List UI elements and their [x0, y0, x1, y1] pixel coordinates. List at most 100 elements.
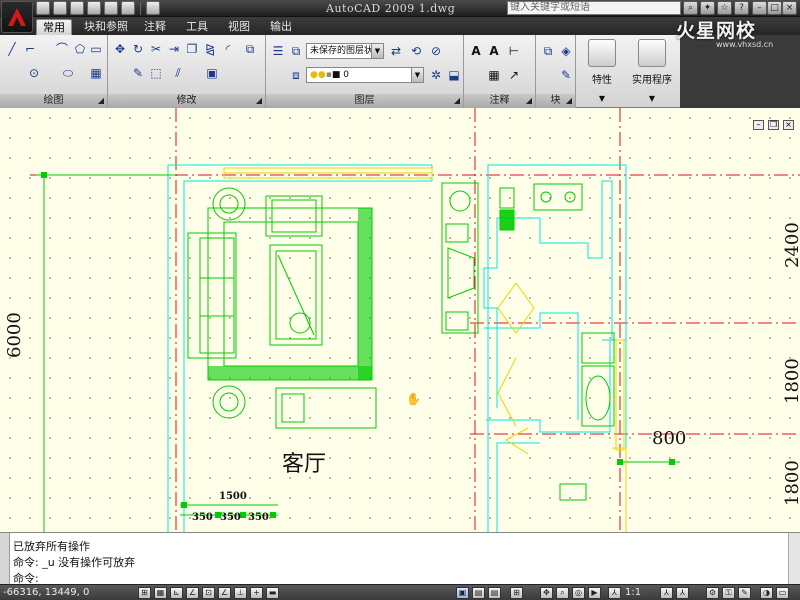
- create-block-icon[interactable]: ◈: [558, 43, 574, 59]
- pan-icon[interactable]: ✥: [540, 587, 553, 599]
- layout1-icon[interactable]: ▤: [472, 587, 485, 599]
- dropdown-icon[interactable]: [146, 1, 160, 15]
- polygon-icon[interactable]: ⬠: [72, 41, 88, 57]
- arc-icon[interactable]: ⌒: [54, 41, 70, 57]
- redo-icon[interactable]: [121, 1, 135, 15]
- annotation-scale-value[interactable]: 1:1: [625, 587, 641, 598]
- command-scrollbar[interactable]: [788, 533, 800, 585]
- circle-icon[interactable]: ⊙: [26, 65, 42, 81]
- layer-properties-icon[interactable]: ☰: [270, 43, 286, 59]
- move-icon[interactable]: ✥: [112, 41, 128, 57]
- dyn-toggle-icon[interactable]: +: [250, 587, 263, 599]
- osnap-toggle-icon[interactable]: ⊡: [202, 587, 215, 599]
- tab-home[interactable]: 常用: [36, 19, 72, 35]
- tab-blocks-references[interactable]: 块和参照: [78, 19, 134, 35]
- text-icon[interactable]: A: [468, 43, 484, 59]
- zoom-icon[interactable]: ⌕: [556, 587, 569, 599]
- copy-icon[interactable]: ❐: [184, 41, 200, 57]
- fillet-icon[interactable]: ◜: [220, 41, 236, 57]
- restore-icon[interactable]: ❐: [768, 120, 779, 130]
- minimize-icon[interactable]: –: [752, 1, 767, 15]
- tab-view[interactable]: 视图: [222, 19, 256, 35]
- insert-block-icon[interactable]: ⧉: [540, 43, 556, 59]
- clean-screen-icon[interactable]: ▭: [776, 587, 789, 599]
- hatch-icon[interactable]: ▦: [88, 65, 104, 81]
- layer-freeze-icon[interactable]: ✲: [428, 67, 444, 83]
- showmotion-icon[interactable]: ▶: [588, 587, 601, 599]
- layer-isolate-icon[interactable]: ⊘: [428, 43, 444, 59]
- current-layer-select[interactable]: ●●▪■ 0 ▼: [306, 67, 424, 83]
- rotate-icon[interactable]: ↻: [130, 41, 146, 57]
- panel-layers-label[interactable]: 图层 ◢: [266, 94, 463, 108]
- rectangle-icon[interactable]: ▭: [88, 41, 104, 57]
- stretch-icon[interactable]: ⬚: [148, 65, 164, 81]
- panel-block-label[interactable]: 块 ◢: [536, 94, 575, 108]
- tab-annotate[interactable]: 注释: [138, 19, 172, 35]
- undo-icon[interactable]: [104, 1, 118, 15]
- annotation-scale-icon[interactable]: ⅄: [608, 587, 621, 599]
- steering-wheel-icon[interactable]: ◎: [572, 587, 585, 599]
- polar-toggle-icon[interactable]: ∠: [186, 587, 199, 599]
- layer-previous-icon[interactable]: ⟲: [408, 43, 424, 59]
- panel-annotation-label[interactable]: 注释 ◢: [464, 94, 535, 108]
- layer-state-select[interactable]: 未保存的图层状态 ▼: [306, 43, 384, 59]
- edit-attribute-icon[interactable]: ✎: [558, 67, 574, 83]
- layer-state-icon[interactable]: ⧉: [288, 43, 304, 59]
- print-icon[interactable]: [87, 1, 101, 15]
- offset-icon[interactable]: ⫽: [170, 65, 186, 81]
- grid-toggle-icon[interactable]: ▦: [154, 587, 167, 599]
- mirror-icon[interactable]: ⧎: [202, 41, 218, 57]
- mtext-icon[interactable]: A: [486, 43, 502, 59]
- otrack-toggle-icon[interactable]: ∠: [218, 587, 231, 599]
- new-file-icon[interactable]: [36, 1, 50, 15]
- tab-tools[interactable]: 工具: [180, 19, 214, 35]
- make-current-icon[interactable]: ⧈: [288, 67, 304, 83]
- subscription-icon[interactable]: ✦: [700, 1, 715, 15]
- panel-draw-label[interactable]: 绘图 ◢: [0, 94, 107, 108]
- extend-icon[interactable]: ⇥: [166, 41, 182, 57]
- command-grip[interactable]: [0, 533, 10, 585]
- layout2-icon[interactable]: ▤: [488, 587, 501, 599]
- polyline-icon[interactable]: ⌐: [22, 41, 38, 57]
- save-icon[interactable]: [70, 1, 84, 15]
- close-icon[interactable]: ×: [782, 1, 797, 15]
- layer-match-icon[interactable]: ⇄: [388, 43, 404, 59]
- panel-modify-label[interactable]: 修改 ◢: [108, 94, 265, 108]
- star-icon[interactable]: ☆: [717, 1, 732, 15]
- coordinate-readout[interactable]: -66316, 13449, 0: [3, 587, 89, 598]
- array-icon[interactable]: ▣: [204, 65, 220, 81]
- erase-icon[interactable]: ✎: [130, 65, 146, 81]
- explode-icon[interactable]: ⧉: [242, 41, 258, 57]
- tab-output[interactable]: 输出: [264, 19, 298, 35]
- line-icon[interactable]: ╱: [4, 41, 20, 57]
- auto-scale-icon[interactable]: ⅄: [676, 587, 689, 599]
- quick-view-icon[interactable]: ⊞: [510, 587, 523, 599]
- lineweight-toggle-icon[interactable]: ▬: [266, 587, 279, 599]
- annotation-visibility-icon[interactable]: ⅄: [660, 587, 673, 599]
- lock-icon[interactable]: ⚿: [722, 587, 735, 599]
- leader-icon[interactable]: ↗: [506, 67, 522, 83]
- drawing-canvas[interactable]: 6000 2400 1800 1800 800 客厅 1500 350 350 …: [0, 108, 800, 532]
- ortho-toggle-icon[interactable]: ⊾: [170, 587, 183, 599]
- table-icon[interactable]: ▦: [486, 67, 502, 83]
- close-icon[interactable]: ×: [783, 120, 794, 130]
- ellipse-icon[interactable]: ⬭: [60, 65, 76, 81]
- open-file-icon[interactable]: [53, 1, 67, 15]
- dimension-icon[interactable]: ⊢: [506, 43, 522, 59]
- help-icon[interactable]: ?: [734, 1, 749, 15]
- isolate-objects-icon[interactable]: ◑: [760, 587, 773, 599]
- binoculars-icon[interactable]: ⌕: [683, 1, 698, 15]
- model-space-icon[interactable]: ▣: [456, 587, 469, 599]
- maximize-icon[interactable]: □: [767, 1, 782, 15]
- application-menu-button[interactable]: [1, 1, 33, 33]
- snap-toggle-icon[interactable]: ⊞: [138, 587, 151, 599]
- properties-button[interactable]: 特性 ▼: [578, 37, 626, 106]
- tray-settings-icon[interactable]: ✎: [738, 587, 751, 599]
- trim-icon[interactable]: ✂: [148, 41, 164, 57]
- utilities-button[interactable]: 实用程序 ▼: [628, 37, 676, 106]
- layer-off-icon[interactable]: ⬓: [446, 67, 462, 83]
- workspace-icon[interactable]: ⚙: [706, 587, 719, 599]
- ducs-toggle-icon[interactable]: ⊥: [234, 587, 247, 599]
- minimize-icon[interactable]: –: [753, 120, 764, 130]
- search-input[interactable]: 键入关键字或短语: [507, 1, 681, 15]
